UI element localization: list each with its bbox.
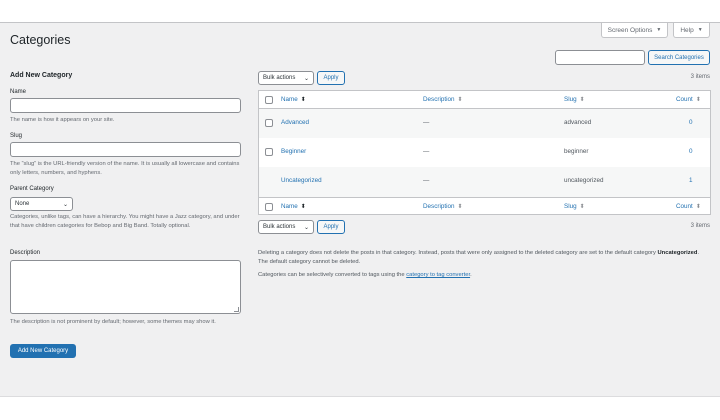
- select-all-checkbox[interactable]: [265, 203, 273, 211]
- category-description: —: [423, 119, 430, 126]
- items-count-bottom: 3 items: [690, 223, 710, 229]
- column-header-slug[interactable]: Slug ⬍: [564, 96, 585, 103]
- resize-handle-icon[interactable]: [234, 307, 239, 312]
- column-footer-description[interactable]: Description ⬍: [423, 203, 463, 210]
- page-title: Categories: [10, 33, 71, 47]
- help-label: Help: [680, 26, 694, 34]
- column-footer-name[interactable]: Name ⬍: [281, 203, 306, 210]
- apply-button-bottom[interactable]: Apply: [317, 220, 345, 234]
- slug-field[interactable]: [10, 142, 241, 157]
- column-header-count[interactable]: Count ⬍: [676, 96, 701, 103]
- category-count-link[interactable]: 0: [689, 148, 693, 155]
- add-new-category-button[interactable]: Add New Category: [10, 344, 76, 358]
- screen-options-button[interactable]: Screen Options ▼: [601, 23, 668, 38]
- row-checkbox[interactable]: [265, 119, 273, 127]
- category-to-tag-converter-link[interactable]: category to tag converter: [406, 272, 470, 278]
- search-categories-button[interactable]: Search Categories: [648, 50, 710, 65]
- parent-category-label: Parent Category: [10, 186, 54, 192]
- chevron-down-icon: ▼: [697, 27, 703, 33]
- table-footer-row: Name ⬍ Description ⬍ Slug ⬍ Count ⬍: [259, 197, 710, 215]
- sort-icon: ⬍: [457, 204, 463, 210]
- category-slug: uncategorized: [564, 177, 604, 184]
- bulk-actions-select-bottom[interactable]: Bulk actions ⌄: [258, 220, 314, 234]
- row-checkbox[interactable]: [265, 148, 273, 156]
- category-description: —: [423, 148, 430, 155]
- parent-category-help: Categories, unlike tags, can have a hier…: [10, 214, 240, 229]
- description-label: Description: [10, 250, 41, 256]
- form-title: Add New Category: [10, 72, 73, 79]
- table-row: Uncategorized — uncategorized 1: [259, 167, 710, 197]
- categories-table: Name ⬍ Description ⬍ Slug ⬍ Count ⬍ Adva…: [258, 90, 711, 215]
- bulk-actions-value: Bulk actions: [263, 224, 296, 230]
- bulk-actions-value: Bulk actions: [263, 75, 296, 81]
- column-footer-count[interactable]: Count ⬍: [676, 203, 701, 210]
- items-count-top: 3 items: [690, 74, 710, 80]
- table-header-row: Name ⬍ Description ⬍ Slug ⬍ Count ⬍: [259, 91, 710, 109]
- name-field[interactable]: [10, 98, 241, 113]
- admin-top-bar: [0, 0, 720, 23]
- search-input[interactable]: [555, 50, 645, 65]
- category-count-link[interactable]: 0: [689, 119, 693, 126]
- table-row: Beginner — beginner 0: [259, 138, 710, 167]
- chevron-down-icon: ⌄: [62, 201, 68, 208]
- description-field[interactable]: [10, 260, 241, 314]
- select-all-checkbox[interactable]: [265, 96, 273, 104]
- help-button[interactable]: Help ▼: [673, 23, 710, 38]
- sort-icon: ⬍: [579, 97, 585, 103]
- slug-label: Slug: [10, 133, 23, 139]
- category-name-link[interactable]: Beginner: [281, 148, 306, 155]
- sort-icon: ⬍: [457, 97, 463, 103]
- parent-category-value: None: [15, 201, 30, 207]
- parent-category-select[interactable]: None ⌄: [10, 197, 73, 211]
- chevron-down-icon: ▼: [656, 27, 662, 33]
- sort-icon: ⬍: [300, 97, 306, 103]
- category-name-link[interactable]: Uncategorized: [281, 177, 322, 184]
- category-name-link[interactable]: Advanced: [281, 119, 309, 126]
- category-slug: advanced: [564, 119, 592, 126]
- table-row: Advanced — advanced 0: [259, 109, 710, 138]
- sort-icon: ⬍: [300, 204, 306, 210]
- category-slug: beginner: [564, 148, 589, 155]
- name-label: Name: [10, 89, 27, 95]
- sort-icon: ⬍: [695, 97, 701, 103]
- category-count-link[interactable]: 1: [689, 177, 693, 184]
- default-category-name: Uncategorized: [657, 250, 698, 256]
- bulk-actions-select-top[interactable]: Bulk actions ⌄: [258, 71, 314, 85]
- sort-icon: ⬍: [579, 204, 585, 210]
- delete-category-note: Deleting a category does not delete the …: [258, 250, 700, 265]
- slug-help: The “slug” is the URL-friendly version o…: [10, 161, 240, 176]
- apply-button-top[interactable]: Apply: [317, 71, 345, 85]
- column-footer-slug[interactable]: Slug ⬍: [564, 203, 585, 210]
- sort-icon: ⬍: [695, 204, 701, 210]
- column-header-description[interactable]: Description ⬍: [423, 96, 463, 103]
- name-help: The name is how it appears on your site.: [10, 117, 115, 123]
- screen-options-label: Screen Options: [607, 26, 653, 34]
- description-help: The description is not prominent by defa…: [10, 319, 216, 325]
- converter-note: Categories can be selectively converted …: [258, 272, 472, 278]
- bottom-bar: [0, 396, 720, 420]
- chevron-down-icon: ⌄: [303, 224, 309, 231]
- category-description: —: [423, 177, 430, 184]
- chevron-down-icon: ⌄: [303, 75, 309, 82]
- column-header-name[interactable]: Name ⬍: [281, 96, 306, 103]
